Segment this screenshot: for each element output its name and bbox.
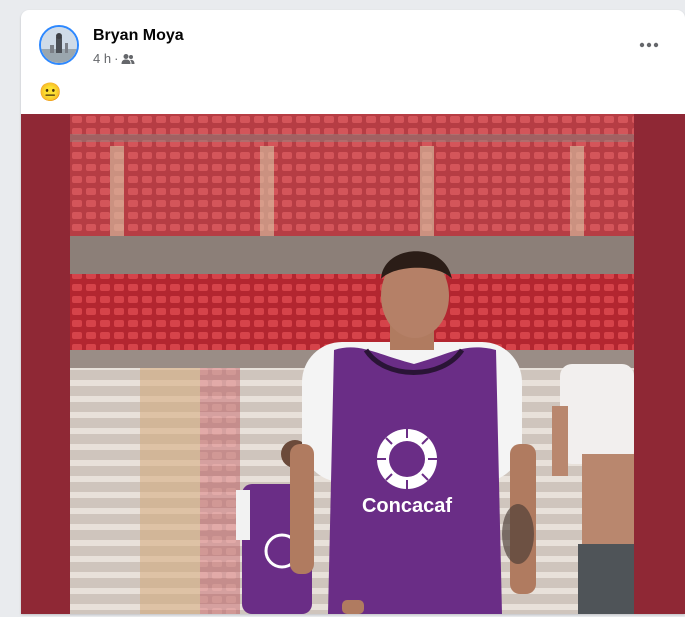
meta-separator: ·: [114, 51, 119, 66]
friends-icon: [121, 53, 135, 64]
concacaf-logo: [377, 429, 437, 489]
author-avatar[interactable]: [39, 25, 79, 65]
more-options-button[interactable]: [631, 32, 667, 58]
post-meta: 4 h ·: [93, 51, 135, 66]
post-header: Bryan Moya 4 h ·: [21, 10, 685, 80]
avatar-image: [41, 27, 77, 63]
author-name[interactable]: Bryan Moya: [93, 27, 184, 45]
post-text: 😐: [39, 82, 62, 102]
bib-text: Concacaf: [362, 495, 452, 517]
more-options-icon: [639, 42, 659, 48]
post-photo[interactable]: Concacaf: [70, 114, 634, 614]
post-media[interactable]: Concacaf: [21, 114, 685, 614]
post-time[interactable]: 4 h: [93, 51, 111, 66]
post-card: Bryan Moya 4 h · 😐 Concacaf: [21, 10, 685, 614]
stadium-photo-illustration: Concacaf: [70, 114, 634, 614]
